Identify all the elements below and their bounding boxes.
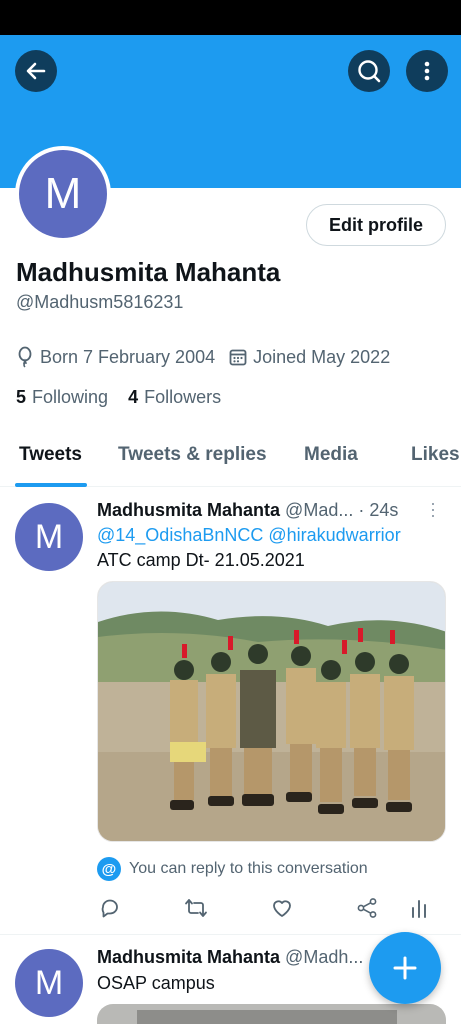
tweet-handle: @Madh... [285, 947, 364, 967]
mention-link[interactable]: @14_OdishaBnNCC [97, 525, 263, 545]
active-tab-indicator [15, 483, 87, 487]
more-options-button[interactable] [406, 50, 448, 92]
analytics-icon [412, 900, 426, 918]
followers-count: 4 [128, 387, 139, 407]
tweet-mentions: @14_OdishaBnNCC @hirakudwarrior [97, 525, 401, 546]
tweet-avatar[interactable]: M [15, 949, 83, 1017]
tweet-text: ATC camp Dt- 21.05.2021 [97, 550, 305, 570]
tweet-avatar[interactable]: M [15, 503, 83, 571]
balloon-icon [16, 346, 34, 368]
reply-icon [101, 899, 118, 918]
tweet-actions [0, 897, 461, 923]
analytics-button[interactable] [410, 897, 428, 919]
reply-button[interactable] [99, 897, 121, 919]
tab-likes[interactable]: Likes [411, 444, 460, 466]
like-button[interactable] [271, 897, 293, 919]
mention-link[interactable]: @hirakudwarrior [268, 525, 400, 545]
heart-icon [273, 900, 291, 917]
photo-detail [137, 1010, 397, 1024]
tab-tweets-replies[interactable]: Tweets & replies [118, 444, 267, 466]
search-button[interactable] [348, 50, 390, 92]
profile-avatar[interactable]: M [15, 146, 111, 242]
search-icon [358, 60, 381, 83]
retweet-icon [185, 899, 207, 917]
following-count: 5 [16, 387, 27, 407]
profile-avatar-letter: M [19, 150, 107, 238]
following-label: Following [32, 387, 109, 407]
followers-label: Followers [144, 387, 222, 407]
birth-date: Born 7 February 2004 [40, 346, 216, 367]
tab-media[interactable]: Media [304, 444, 358, 466]
tweet-header: Madhusmita Mahanta @Mad... · 24s [97, 500, 398, 521]
tweet-photo[interactable] [97, 581, 446, 842]
edit-profile-button[interactable]: Edit profile [306, 204, 446, 246]
tweet-header: Madhusmita Mahanta @Madh... [97, 947, 363, 968]
tweet-author[interactable]: Madhusmita Mahanta [97, 500, 280, 520]
reply-note-text: You can reply to this conversation [129, 860, 368, 877]
status-bar [0, 0, 461, 35]
more-vertical-icon [424, 61, 430, 81]
profile-handle: @Madhusm5816231 [16, 292, 184, 312]
mention-at-icon: @ [97, 857, 121, 881]
share-button[interactable] [356, 897, 378, 919]
arrow-left-icon [26, 62, 46, 80]
follow-stats: 5 Following 4 Followers [16, 387, 221, 408]
following-link[interactable]: 5 Following [16, 387, 108, 408]
tweet-photo[interactable] [97, 1004, 446, 1024]
reply-permission-note: @ You can reply to this conversation [97, 857, 368, 881]
profile-tabs: Tweets Tweets & replies Media Likes [0, 432, 461, 487]
back-button[interactable] [15, 50, 57, 92]
tweet-author[interactable]: Madhusmita Mahanta [97, 947, 280, 967]
tweet-time: · 24s [358, 500, 399, 520]
tab-tweets[interactable]: Tweets [19, 444, 82, 466]
join-date: Joined May 2022 [253, 346, 391, 367]
profile-meta: Born 7 February 2004 Joined May 2022 [16, 346, 390, 368]
tweet-text: OSAP campus [97, 973, 215, 993]
plus-icon [393, 956, 417, 980]
share-icon [357, 898, 377, 918]
retweet-button[interactable] [184, 897, 208, 919]
followers-link[interactable]: 4 Followers [128, 387, 221, 408]
tweet-handle: @Mad... [285, 500, 354, 520]
calendar-icon [229, 348, 247, 366]
tweet-more-icon[interactable]: · · · [430, 494, 436, 524]
profile-name: Madhusmita Mahanta [16, 257, 281, 287]
compose-tweet-button[interactable] [369, 932, 441, 1004]
